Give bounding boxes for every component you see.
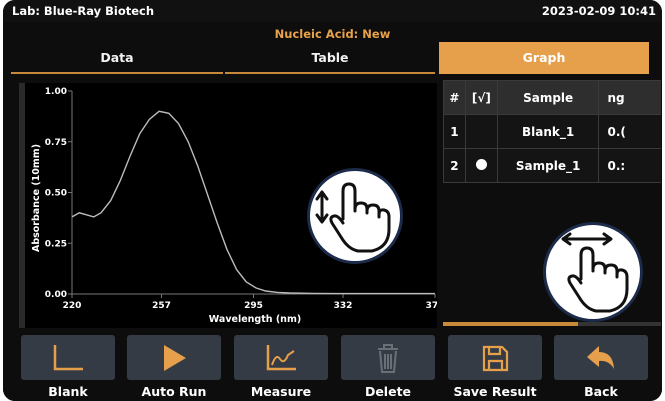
mode-title: Nucleic Acid: New <box>274 27 391 41</box>
tab-underline <box>11 72 223 74</box>
vertical-swipe-hand-icon <box>307 168 403 264</box>
measure-button-label: Measure <box>250 384 312 399</box>
blank-button-box <box>21 335 115 380</box>
trash-icon <box>378 343 398 373</box>
measure-button-box <box>234 335 328 380</box>
x-tick-label: 220 <box>63 301 82 311</box>
table-row[interactable]: 2 Sample_1 0.: <box>443 148 661 183</box>
save-icon <box>482 345 509 371</box>
y-tick-label: 1.00 <box>45 87 67 97</box>
measure-chart-icon <box>266 344 296 370</box>
sample-table[interactable]: # [√] Sample ng 1 Blank_1 0.( 2 Sample_1… <box>443 80 661 183</box>
table-row[interactable]: 1 Blank_1 0.( <box>443 114 661 149</box>
back-button[interactable]: Back <box>554 335 648 399</box>
row-number: 2 <box>443 148 466 183</box>
row-sample-name: Sample_1 <box>496 148 600 183</box>
table-horizontal-scrollbar[interactable] <box>443 322 661 326</box>
delete-button-label: Delete <box>364 384 412 399</box>
table-header-row: # [√] Sample ng <box>443 80 661 115</box>
save-result-button[interactable]: Save Result <box>448 335 542 399</box>
y-tick-label: 0.50 <box>45 189 67 199</box>
col-header-sample[interactable]: Sample <box>496 80 600 115</box>
row-number: 1 <box>443 114 466 149</box>
y-axis-label: Absorbance (10mm) <box>31 144 42 252</box>
measure-button[interactable]: Measure <box>234 335 328 399</box>
back-arrow-icon <box>587 345 614 369</box>
tab-underline <box>225 72 435 74</box>
row-check-cell[interactable] <box>464 114 498 149</box>
status-bar: Lab: Blue-Ray Biotech 2023-02-09 10:41 <box>3 0 662 22</box>
y-tick-label: 0.00 <box>45 290 67 300</box>
delete-button[interactable]: Delete <box>341 335 435 399</box>
row-check-cell[interactable] <box>464 148 498 183</box>
table-viewport: # [√] Sample ng 1 Blank_1 0.( 2 Sample_1… <box>443 80 661 183</box>
x-axis-label: Wavelength (nm) <box>209 314 301 325</box>
tab-table-label: Table <box>311 50 349 65</box>
scrollbar-thumb[interactable] <box>443 322 578 326</box>
row-ng-value: 0.( <box>598 114 661 149</box>
x-tick-label: 295 <box>244 301 263 311</box>
status-datetime: 2023-02-09 10:41 <box>541 4 656 18</box>
x-tick-label: 370 <box>426 301 437 311</box>
bottom-toolbar: Blank Auto Run Measure Delete Save Resul… <box>3 330 662 401</box>
blank-axis-icon <box>53 344 83 370</box>
delete-button-box <box>341 335 435 380</box>
save-result-button-box <box>448 335 542 380</box>
back-button-label: Back <box>584 384 618 399</box>
auto-run-button-label: Auto Run <box>141 384 207 399</box>
device-screen: Lab: Blue-Ray Biotech 2023-02-09 10:41 N… <box>3 0 662 401</box>
col-header-number: # <box>443 80 466 115</box>
tab-bar: Data Table Graph <box>11 42 649 74</box>
tab-table[interactable]: Table <box>225 42 435 74</box>
y-tick-label: 0.75 <box>45 138 67 148</box>
lab-name: Lab: Blue-Ray Biotech <box>12 4 155 18</box>
y-tick-label: 0.25 <box>45 239 67 249</box>
tab-data-label: Data <box>100 50 134 65</box>
save-result-button-label: Save Result <box>453 384 537 399</box>
blank-button[interactable]: Blank <box>21 335 115 399</box>
tab-graph-label: Graph <box>522 50 566 65</box>
row-ng-value: 0.: <box>598 148 661 183</box>
auto-run-button[interactable]: Auto Run <box>127 335 221 399</box>
row-sample-name: Blank_1 <box>496 114 600 149</box>
selected-dot-icon <box>475 158 487 170</box>
blank-button-label: Blank <box>48 384 88 399</box>
x-tick-label: 257 <box>152 301 171 311</box>
tab-data[interactable]: Data <box>11 42 223 74</box>
auto-run-button-box <box>127 335 221 380</box>
tab-graph[interactable]: Graph <box>439 42 649 74</box>
x-tick-label: 332 <box>334 301 353 311</box>
col-header-check[interactable]: [√] <box>464 80 498 115</box>
back-button-box <box>554 335 648 380</box>
col-header-ng[interactable]: ng <box>598 80 661 115</box>
horizontal-swipe-hand-icon <box>543 222 643 322</box>
play-icon <box>164 344 186 371</box>
